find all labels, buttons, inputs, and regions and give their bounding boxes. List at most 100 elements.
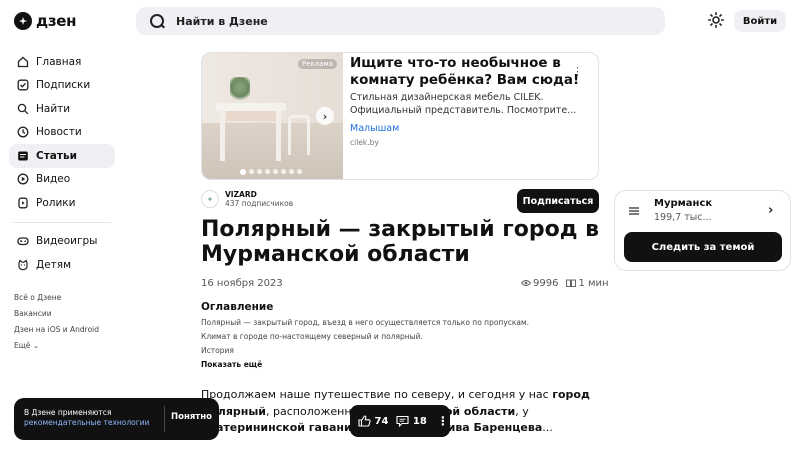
sidebar-divider: [13, 221, 111, 223]
ad-image[interactable]: Реклама ›: [202, 53, 343, 179]
ad-link[interactable]: Малышам: [350, 123, 593, 134]
sidebar-footer-links: Всё о Дзене Вакансии Дзен на iOS и Andro…: [14, 292, 99, 356]
footer-link-apps[interactable]: Дзен на iOS и Android: [14, 324, 99, 340]
ad-image-chair: [288, 115, 310, 155]
gamepad-icon: [17, 237, 29, 246]
kids-icon: [18, 259, 28, 271]
sidebar-item-subscriptions[interactable]: Подписки: [9, 74, 115, 98]
ad-image-drawer: [226, 111, 276, 121]
sidebar-item-clips[interactable]: Ролики: [9, 191, 115, 215]
video-icon: [17, 173, 29, 185]
subscribe-button[interactable]: Подписаться: [517, 189, 599, 213]
thumbs-up-icon: [358, 415, 371, 427]
sidebar-item-search[interactable]: Найти: [9, 97, 115, 121]
article-stats: 9996 1 мин: [521, 278, 609, 289]
ad-carousel-dots: [240, 168, 302, 175]
home-icon: [17, 56, 29, 67]
carousel-dot[interactable]: [265, 169, 270, 174]
channel-subscribers: 437 подписчиков: [225, 199, 294, 208]
toc-item[interactable]: Климат в городе по-настоящему северный и…: [201, 332, 529, 346]
sidebar-item-label: Видеоигры: [36, 235, 98, 248]
search-icon: [150, 14, 164, 28]
comments-count: 18: [412, 416, 427, 427]
carousel-dot[interactable]: [297, 169, 302, 174]
sidebar-item-home[interactable]: Главная: [9, 50, 115, 74]
like-button[interactable]: 74: [358, 415, 388, 427]
sidebar-item-label: Ролики: [36, 196, 76, 209]
article-title: Полярный — закрытый город в Мурманской о…: [201, 217, 600, 267]
para-text: ...: [542, 421, 553, 434]
cookie-divider: [164, 406, 165, 432]
list-icon: [629, 207, 639, 215]
toc-title: Оглавление: [201, 301, 274, 313]
sidebar-item-label: Подписки: [36, 79, 91, 92]
cookie-accept-button[interactable]: Понятно: [171, 412, 212, 422]
sidebar-item-video[interactable]: Видео: [9, 168, 115, 192]
sidebar-item-label: Детям: [36, 258, 72, 271]
theme-toggle-sun-icon[interactable]: [708, 12, 724, 28]
carousel-dot[interactable]: [273, 169, 278, 174]
sidebar: Главная Подписки Найти Новости Статьи Ви…: [9, 50, 115, 277]
toc-show-more[interactable]: Показать ещё: [201, 360, 529, 374]
carousel-dot[interactable]: [249, 169, 254, 174]
dzen-logo-icon: [14, 12, 32, 30]
avatar[interactable]: ✦: [201, 190, 219, 208]
sidebar-item-label: Видео: [36, 173, 71, 186]
carousel-dot[interactable]: [281, 169, 286, 174]
eye-icon: [521, 280, 531, 286]
footer-link-more-label: Ещё: [14, 341, 31, 350]
search-bar[interactable]: [136, 7, 665, 35]
clips-icon: [18, 197, 28, 209]
channel-name[interactable]: VIZARD: [225, 190, 293, 199]
views-count: 9996: [521, 278, 558, 289]
sidebar-item-videogames[interactable]: Видеоигры: [9, 230, 115, 254]
dzen-logo[interactable]: дзен: [14, 11, 76, 31]
topic-name[interactable]: Мурманск: [654, 198, 712, 209]
cookie-banner: В Дзене применяются рекомендательные тех…: [14, 398, 219, 440]
chevron-right-icon[interactable]: ›: [768, 203, 773, 218]
para-text: , у: [515, 404, 529, 418]
sidebar-item-label: Найти: [36, 102, 71, 115]
comment-icon: [396, 415, 409, 428]
ad-title[interactable]: Ищите что-то необычное в комнату ребёнка…: [350, 55, 593, 89]
carousel-dot[interactable]: [240, 168, 246, 175]
sidebar-item-kids[interactable]: Детям: [9, 253, 115, 277]
footer-link-about[interactable]: Всё о Дзене: [14, 292, 99, 308]
book-icon: [566, 279, 577, 287]
article-date: 16 ноября 2023: [201, 278, 283, 289]
news-icon: [17, 126, 29, 138]
ad-card[interactable]: Реклама › Ищите что-то необычное в комна…: [201, 52, 599, 180]
sidebar-item-label: Главная: [36, 55, 82, 68]
sidebar-item-news[interactable]: Новости: [9, 121, 115, 145]
sidebar-item-label: Новости: [36, 126, 82, 139]
login-button[interactable]: Войти: [734, 10, 786, 32]
articles-icon: [18, 151, 28, 161]
search-input[interactable]: [176, 14, 576, 28]
logo-text: дзен: [36, 12, 77, 30]
cookie-text: В Дзене применяются рекомендательные тех…: [24, 408, 149, 428]
chevron-right-icon[interactable]: ›: [316, 107, 334, 125]
comments-button[interactable]: 18: [396, 415, 427, 428]
carousel-dot[interactable]: [289, 169, 294, 174]
read-time-value: 1 мин: [578, 278, 609, 289]
views-value: 9996: [533, 278, 559, 289]
more-vertical-icon[interactable]: ⋮: [572, 65, 583, 78]
channel-info[interactable]: ✦ VIZARD 437 подписчиков: [201, 190, 293, 208]
cookie-link[interactable]: рекомендательные технологии: [24, 418, 149, 428]
more-vertical-icon[interactable]: ⋮: [437, 414, 449, 428]
toc-item[interactable]: История: [201, 346, 529, 360]
sidebar-item-articles[interactable]: Статьи: [9, 144, 115, 168]
ad-image-desk: [216, 103, 286, 111]
follow-topic-button[interactable]: Следить за темой: [624, 232, 782, 262]
chevron-down-icon: ⌄: [32, 341, 40, 350]
footer-link-vacancies[interactable]: Вакансии: [14, 308, 99, 324]
topic-count: 199,7 тыс...: [654, 212, 712, 223]
likes-count: 74: [374, 416, 389, 427]
sidebar-item-label: Статьи: [36, 149, 77, 162]
carousel-dot[interactable]: [257, 169, 262, 174]
read-time: 1 мин: [566, 278, 609, 289]
footer-link-more[interactable]: Ещё ⌄: [14, 340, 99, 356]
topic-card: Мурманск 199,7 тыс... › Следить за темой: [614, 190, 791, 271]
channel-text: VIZARD 437 подписчиков: [225, 190, 293, 208]
toc-item[interactable]: Полярный — закрытый город, въезд в него …: [201, 318, 529, 332]
